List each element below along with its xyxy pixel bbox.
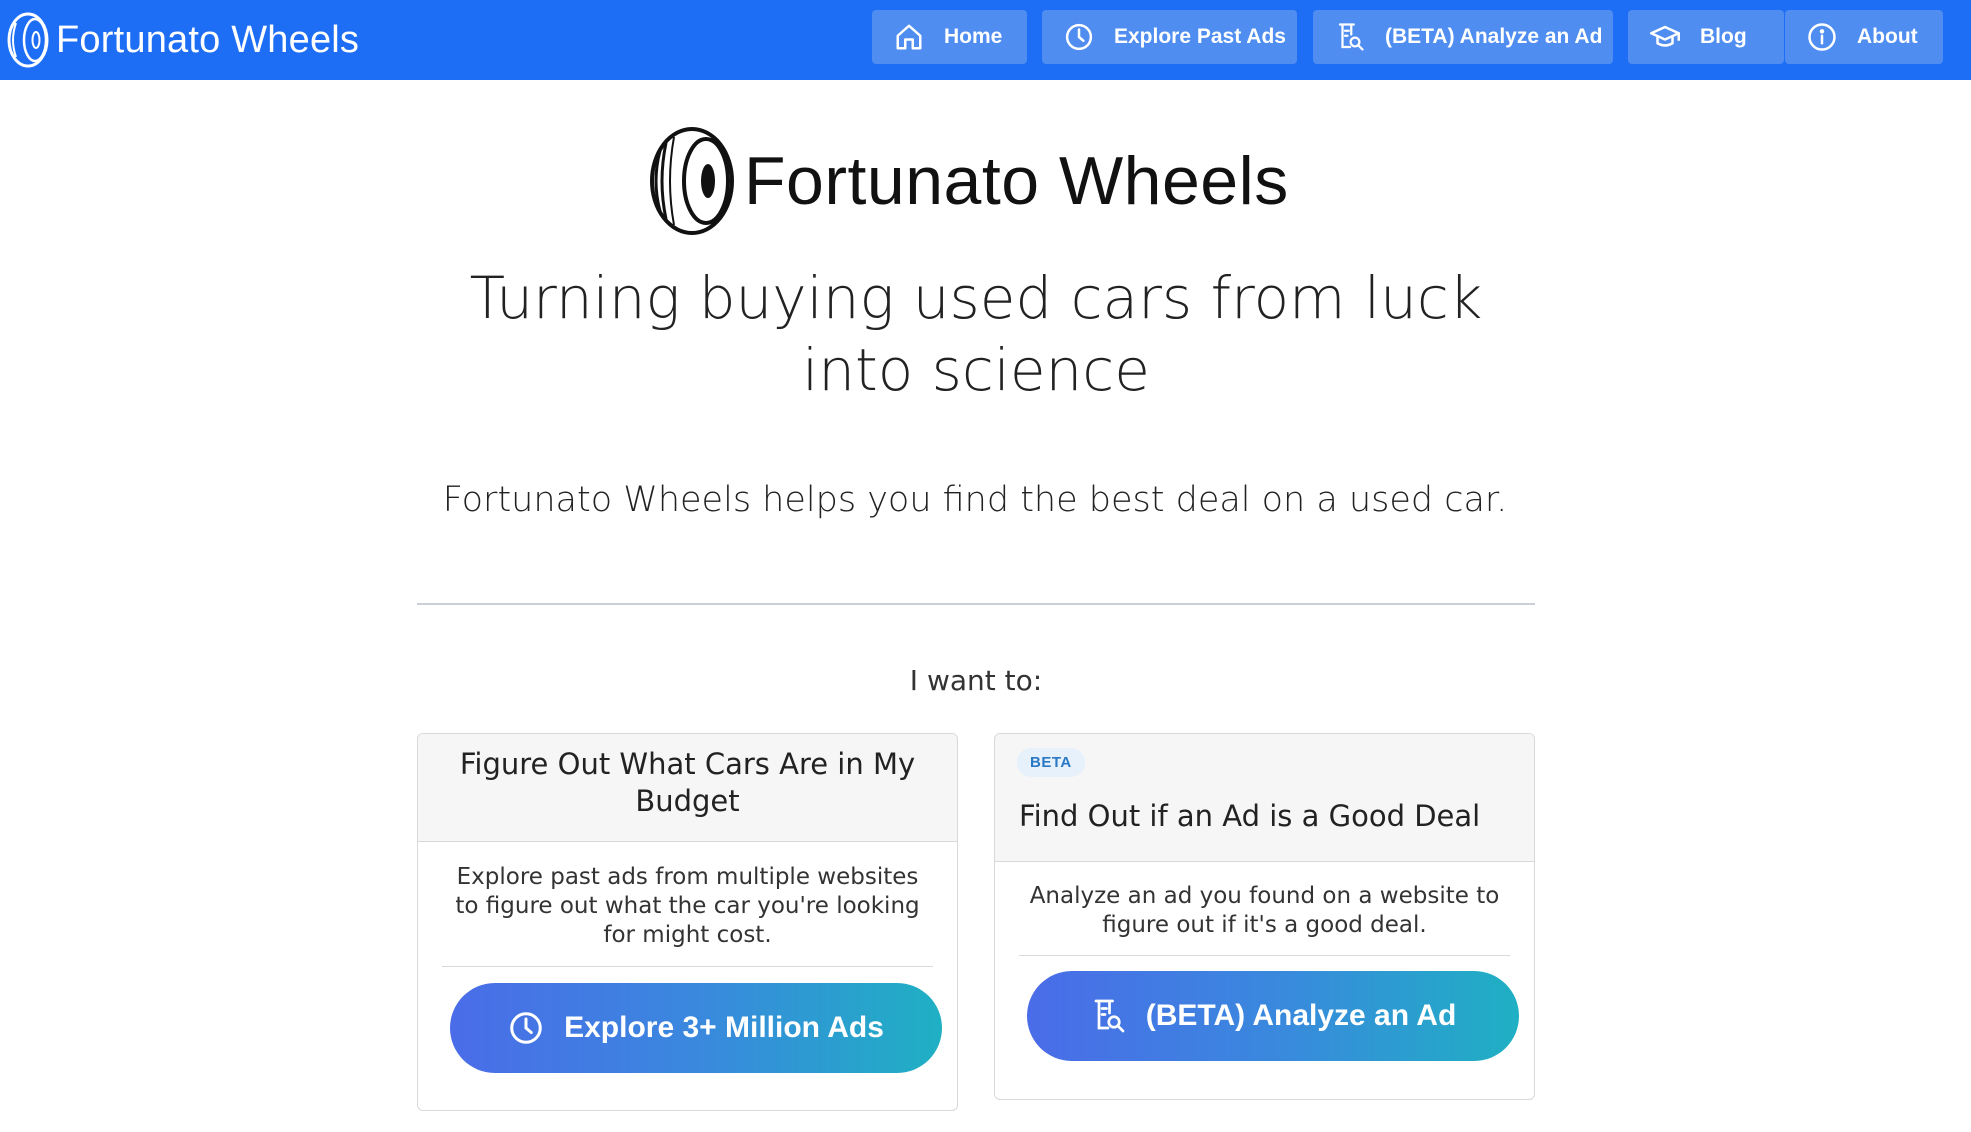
nav-home-label: Home xyxy=(944,25,1003,48)
nav-home-button[interactable]: Home xyxy=(872,10,1027,64)
card-divider xyxy=(442,966,933,967)
home-icon xyxy=(896,24,922,50)
nav-about-label: About xyxy=(1857,25,1918,48)
card-divider xyxy=(1019,955,1510,956)
nav-explore-button[interactable]: Explore Past Ads xyxy=(1042,10,1297,64)
graduation-cap-icon xyxy=(1650,25,1680,47)
info-icon xyxy=(1808,23,1836,51)
brand-name: Fortunato Wheels xyxy=(56,18,360,61)
card-title: Figure Out What Cars Are in My Budget xyxy=(459,747,916,818)
card-title: Find Out if an Ad is a Good Deal xyxy=(1019,799,1481,833)
page-subtitle: Fortunato Wheels helps you find the best… xyxy=(442,480,1508,520)
document-search-icon xyxy=(1094,999,1125,1033)
good-deal-card: BETA Find Out if an Ad is a Good Deal An… xyxy=(994,733,1535,1100)
document-search-icon xyxy=(1338,23,1364,51)
card-description: Analyze an ad you found on a website to … xyxy=(1029,883,1500,938)
card-description: Explore past ads from multiple websites … xyxy=(455,864,920,948)
card-header: Figure Out What Cars Are in My Budget xyxy=(418,734,957,842)
beta-badge: BETA xyxy=(1017,748,1085,777)
explore-ads-button-label: Explore 3+ Million Ads xyxy=(564,1011,884,1044)
analyze-ad-button[interactable]: (BETA) Analyze an Ad xyxy=(1027,971,1519,1061)
nav-blog-button[interactable]: Blog xyxy=(1628,10,1784,64)
tire-logo-icon xyxy=(650,127,734,235)
nav-about-button[interactable]: About xyxy=(1785,10,1943,64)
section-divider xyxy=(417,603,1535,605)
hero-logo: Fortunato Wheels xyxy=(648,124,1289,238)
brand-link[interactable]: Fortunato Wheels xyxy=(6,10,359,70)
explore-ads-button[interactable]: Explore 3+ Million Ads xyxy=(450,983,942,1073)
nav-analyze-label: (BETA) Analyze an Ad xyxy=(1385,25,1603,48)
page-title: Turning buying used cars from luck into … xyxy=(469,264,1483,404)
card-header: BETA Find Out if an Ad is a Good Deal xyxy=(995,734,1534,862)
options-prompt: I want to: xyxy=(909,664,1043,697)
hero-logo-text: Fortunato Wheels xyxy=(744,143,1289,219)
nav-blog-label: Blog xyxy=(1700,25,1747,48)
top-navbar: Fortunato Wheels Home Explore Past Ads (… xyxy=(0,0,1971,80)
clock-icon xyxy=(1065,23,1093,51)
analyze-ad-button-label: (BETA) Analyze an Ad xyxy=(1145,999,1457,1032)
tire-logo-icon xyxy=(7,12,49,68)
nav-explore-label: Explore Past Ads xyxy=(1114,25,1286,48)
budget-card: Figure Out What Cars Are in My Budget Ex… xyxy=(417,733,958,1111)
clock-icon xyxy=(510,1012,542,1044)
nav-analyze-button[interactable]: (BETA) Analyze an Ad xyxy=(1313,10,1613,64)
